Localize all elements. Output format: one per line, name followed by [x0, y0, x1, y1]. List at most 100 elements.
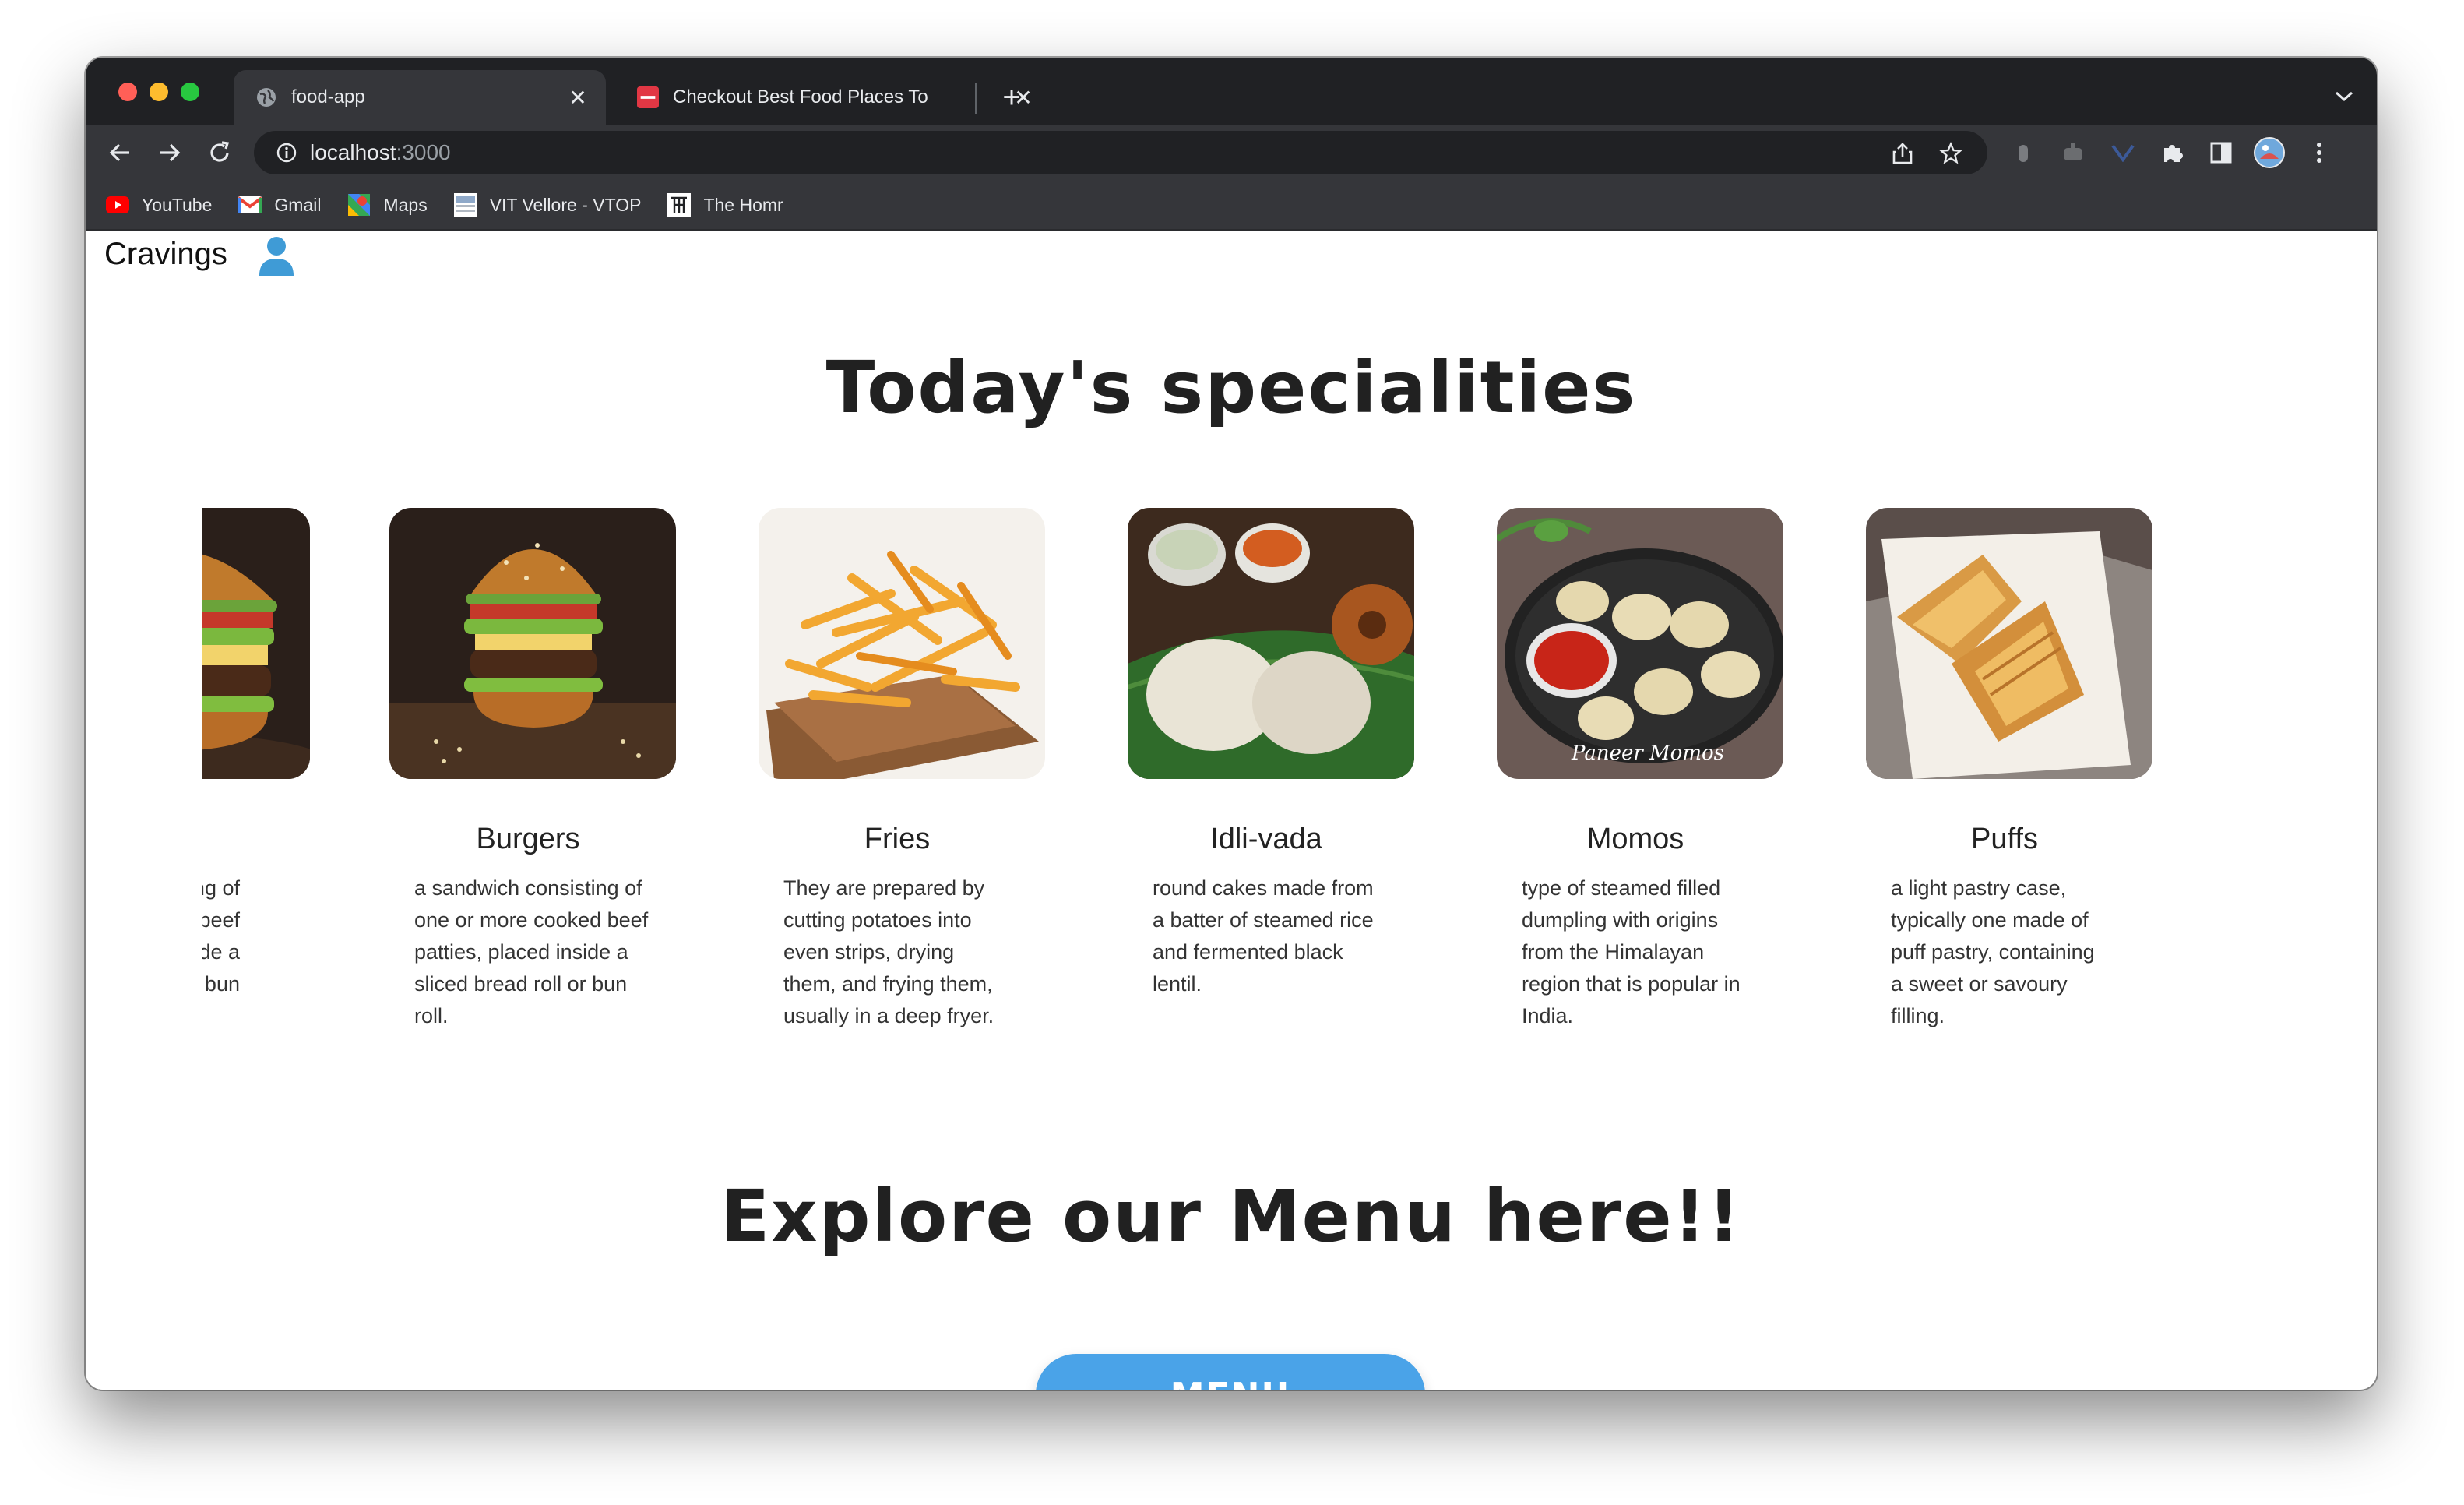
specialities-carousel[interactable]: gers consisting of cooked beef ced insid…: [202, 508, 2237, 1053]
desc-line: a sweet or savoury: [1891, 972, 2068, 996]
back-icon[interactable]: [101, 134, 139, 171]
bookmark-label: Gmail: [274, 194, 322, 215]
desc-line: They are prepared by: [783, 876, 985, 900]
extension-robot-icon[interactable]: [2056, 136, 2090, 170]
puffs-image: [1866, 508, 2152, 779]
close-icon[interactable]: ✕: [564, 83, 592, 111]
bookmark-homr[interactable]: The Homr: [667, 193, 783, 217]
desc-line: even strips, drying: [783, 940, 955, 964]
desc-line: l roll or bun: [202, 972, 240, 996]
zoom-window-button[interactable]: [181, 83, 199, 101]
desc-line: ced inside a: [202, 940, 240, 964]
special-title: Idli-vada: [1210, 823, 1322, 855]
desc-line: roll.: [414, 1004, 449, 1027]
tab-separator: [975, 83, 977, 114]
special-description: a light pastry case, typically one made …: [1891, 872, 2140, 1032]
burger-image: [202, 508, 310, 779]
special-description: They are prepared by cutting potatoes in…: [783, 872, 1033, 1032]
desc-line: usually in a deep fryer.: [783, 1004, 994, 1027]
tab-title: food-app: [291, 86, 365, 108]
extension-icon[interactable]: [2006, 136, 2040, 170]
close-window-button[interactable]: [118, 83, 137, 101]
desc-line: cooked beef: [202, 908, 240, 932]
bookmarks-bar: YouTube Gmail Maps VIT Vellore - VTOP Th…: [86, 181, 2377, 231]
desc-line: typically one made of: [1891, 908, 2089, 932]
bookmark-label: Maps: [383, 194, 428, 215]
special-title: Puffs: [1971, 823, 2038, 855]
desc-line: type of steamed filled: [1522, 876, 1721, 900]
momos-caption: Paneer Momos: [1572, 742, 1724, 765]
desc-line: region that is popular in: [1522, 972, 1741, 996]
special-title: Momos: [1586, 823, 1684, 855]
desc-line: a sandwich consisting of: [414, 876, 642, 900]
desc-line: sliced bread roll or bun: [414, 972, 628, 996]
bookmark-youtube[interactable]: YouTube: [106, 194, 212, 216]
bookmark-label: The Homr: [703, 194, 783, 215]
special-description: a sandwich consisting of one or more coo…: [414, 872, 664, 1032]
puzzle-icon[interactable]: [2156, 136, 2190, 170]
tab-title: Checkout Best Food Places To: [673, 86, 928, 108]
info-icon[interactable]: [276, 142, 297, 164]
desc-line: lentil.: [1153, 972, 1202, 996]
new-tab-button[interactable]: +: [994, 79, 1030, 115]
tab-strip: food-app ✕ Checkout Best Food Places To …: [86, 58, 2377, 125]
desc-line: consisting of: [202, 876, 240, 900]
special-description: consisting of cooked beef ced inside a l…: [202, 872, 240, 1000]
idli-vada-image: [1128, 508, 1414, 779]
brand-logo[interactable]: Cravings: [104, 237, 227, 272]
youtube-icon: [106, 194, 129, 216]
side-panel-icon[interactable]: [2204, 136, 2238, 170]
tab-food-app[interactable]: food-app ✕: [234, 70, 606, 125]
desc-line: filling.: [1891, 1004, 1945, 1027]
user-icon[interactable]: [259, 235, 294, 277]
specialities-heading: Today's specialities: [825, 346, 1637, 429]
desc-line: from the Himalayan: [1522, 940, 1705, 964]
minimize-window-button[interactable]: [150, 83, 168, 101]
desc-line: cutting potatoes into: [783, 908, 972, 932]
share-icon[interactable]: [1889, 140, 1916, 167]
special-title: Fries: [864, 823, 931, 855]
zomato-icon: [637, 86, 659, 108]
special-description: round cakes made from a batter of steame…: [1153, 872, 1402, 1000]
special-description: type of steamed filled dumpling with ori…: [1522, 872, 1771, 1032]
desc-line: and fermented black: [1153, 940, 1343, 964]
tab-checkout-food-places[interactable]: Checkout Best Food Places To ✕: [615, 70, 1051, 125]
desc-line: one or more cooked beef: [414, 908, 649, 932]
momos-image: Paneer Momos: [1497, 508, 1783, 779]
url-text: localhost:3000: [310, 140, 451, 164]
web-page: Cravings Today's specialities g of beef …: [86, 231, 2377, 1390]
kebab-menu-icon[interactable]: [2302, 136, 2336, 170]
browser-window: food-app ✕ Checkout Best Food Places To …: [86, 58, 2377, 1390]
bookmark-vtop[interactable]: VIT Vellore - VTOP: [453, 193, 642, 217]
globe-icon: [255, 86, 277, 108]
menu-button[interactable]: MENU: [1036, 1354, 1425, 1390]
special-title: Burgers: [476, 823, 580, 855]
extension-vue-icon[interactable]: [2106, 136, 2140, 170]
desc-line: them, and frying them,: [783, 972, 993, 996]
address-bar[interactable]: localhost:3000: [254, 131, 1987, 174]
desc-line: a batter of steamed rice: [1153, 908, 1374, 932]
burger-image: [389, 508, 676, 779]
bookmark-label: VIT Vellore - VTOP: [489, 194, 642, 215]
desc-line: dumpling with origins: [1522, 908, 1719, 932]
desc-line: India.: [1522, 1004, 1574, 1027]
chevron-down-icon[interactable]: [2328, 81, 2360, 112]
homr-icon: [667, 193, 692, 217]
bookmark-star-icon[interactable]: [1938, 140, 1964, 167]
fries-image: [759, 508, 1045, 779]
bookmark-maps[interactable]: Maps: [347, 194, 428, 216]
browser-toolbar: localhost:3000: [86, 125, 2377, 181]
maps-icon: [347, 194, 371, 216]
desc-line: patties, placed inside a: [414, 940, 628, 964]
gmail-icon: [238, 194, 262, 216]
desc-line: a light pastry case,: [1891, 876, 2067, 900]
bookmark-gmail[interactable]: Gmail: [238, 194, 321, 216]
bookmark-label: YouTube: [142, 194, 213, 215]
desc-line: round cakes made from: [1153, 876, 1374, 900]
explore-heading: Explore our Menu here!!: [720, 1175, 1742, 1258]
forward-icon[interactable]: [151, 134, 188, 171]
desc-line: puff pastry, containing: [1891, 940, 2095, 964]
profile-avatar[interactable]: [2252, 136, 2286, 170]
vtop-icon: [453, 193, 477, 217]
reload-icon[interactable]: [201, 134, 238, 171]
